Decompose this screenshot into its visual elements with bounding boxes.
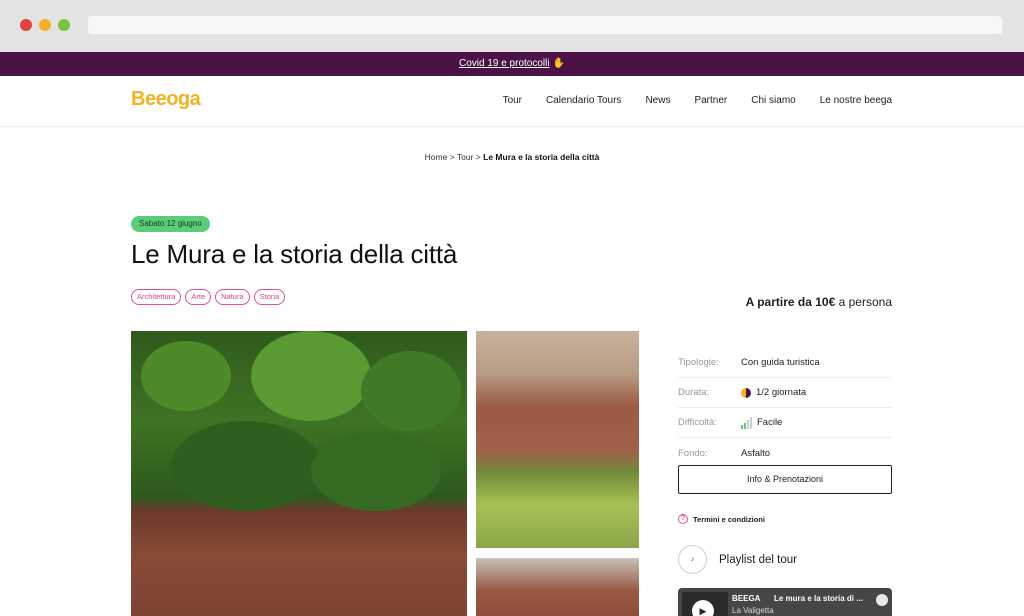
breadcrumb-tour[interactable]: Tour [457,152,474,162]
nav-item-calendario-tours[interactable]: Calendario Tours [546,95,621,106]
detail-value-text: Facile [757,417,783,428]
detail-value: Asfalto [741,448,770,459]
playlist-title: Playlist del tour [719,553,797,566]
page-title: Le Mura e la storia della città [131,239,458,269]
detail-value: Facile [741,416,783,429]
detail-label: Difficoltà: [678,417,717,428]
detail-row-durata: Durata: 1/2 giornata [678,378,892,408]
covid-banner: Covid 19 e protocolli ✋ [0,52,1024,76]
tag-architettura[interactable]: Architettura [131,289,182,305]
minimize-window-button[interactable] [39,19,51,31]
breadcrumb-separator: > [449,152,455,162]
detail-label: Tipologie: [678,357,719,368]
detail-row-tipologie: Tipologie: Con guida turistica [678,348,892,378]
terms-link[interactable]: ? Termini e condizioni [678,514,765,524]
detail-value: Con guida turistica [741,357,820,368]
nav-menu: Tour Calendario Tours News Partner Chi s… [503,95,892,106]
breadcrumb-separator: > [475,152,481,162]
spotify-player[interactable]: ▶ BEEGA Le mura e la storia di ... La Va… [678,588,892,616]
foliage-shape [171,421,321,511]
playlist-header: ♪ Playlist del tour [678,545,797,574]
foliage-shape [311,431,441,511]
tag-natura[interactable]: Natura [215,289,250,305]
breadcrumb: Home > Tour > Le Mura e la storia della … [0,152,1024,162]
date-badge: Sabato 12 giugno [131,216,210,232]
detail-value-text: Con guida turistica [741,357,820,368]
nav-item-chi-siamo[interactable]: Chi siamo [751,95,795,106]
main-nav: Beeoga Tour Calendario Tours News Partne… [0,76,1024,127]
price-suffix: a persona [838,295,892,309]
question-icon: ? [678,514,688,524]
covid-link[interactable]: Covid 19 e protocolli [459,58,550,69]
breadcrumb-current: Le Mura e la storia della città [483,152,600,162]
foliage-shape [361,351,461,431]
browser-chrome [0,0,1024,52]
price: A partire da 10€ a persona [746,295,892,309]
address-bar[interactable] [88,16,1002,34]
nav-item-news[interactable]: News [645,95,670,106]
price-prefix: A partire da [745,295,812,309]
photo-wall-bicycle[interactable] [476,331,639,548]
maximize-window-button[interactable] [58,19,70,31]
detail-row-difficolta: Difficoltà: Facile [678,408,892,438]
detail-value-text: Asfalto [741,447,771,459]
detail-label: Durata: [678,387,710,398]
browser-window: Covid 19 e protocolli ✋ Beeoga Tour Calen… [0,0,1024,616]
playlist-badge-icon: ♪ [678,545,707,574]
detail-row-fondo: Fondo: Asfalto [678,438,892,468]
half-day-icon [741,387,751,398]
tag-storia[interactable]: Storia [253,289,286,305]
photo-ivy-wall[interactable] [131,331,467,616]
tag-arte[interactable]: Arte [185,289,212,305]
photo-wall-corner[interactable] [476,558,639,616]
terms-label: Termini e condizioni [693,514,765,524]
page: Covid 19 e protocolli ✋ Beeoga Tour Calen… [0,52,1024,616]
hand-icon: ✋ [552,58,566,69]
tour-details: Tipologie: Con guida turistica Durata: 1… [678,348,892,468]
detail-label: Fondo: [678,447,708,459]
nav-item-le-nostre-beega[interactable]: Le nostre beega [820,95,892,106]
close-window-button[interactable] [20,19,32,31]
price-amount: 10€ [815,295,836,309]
logo[interactable]: Beeoga [131,88,201,111]
spotify-subtitle: La Valigetta [732,606,774,615]
foliage-shape [251,331,371,421]
detail-value: 1/2 giornata [741,387,806,398]
tag-list: Architettura Arte Natura Storia [131,289,286,305]
nav-item-tour[interactable]: Tour [503,95,522,106]
spotify-logo-icon[interactable] [876,594,888,606]
difficulty-bars-icon [741,416,752,429]
breadcrumb-home[interactable]: Home [425,152,448,162]
spotify-artist: BEEGA [732,594,761,603]
play-icon[interactable]: ▶ [692,600,714,616]
detail-value-text: 1/2 giornata [756,387,807,398]
spotify-track: Le mura e la storia di ... [774,594,863,603]
nav-item-partner[interactable]: Partner [694,95,727,106]
info-booking-button[interactable]: Info & Prenotazioni [678,465,892,494]
foliage-shape [141,341,231,411]
